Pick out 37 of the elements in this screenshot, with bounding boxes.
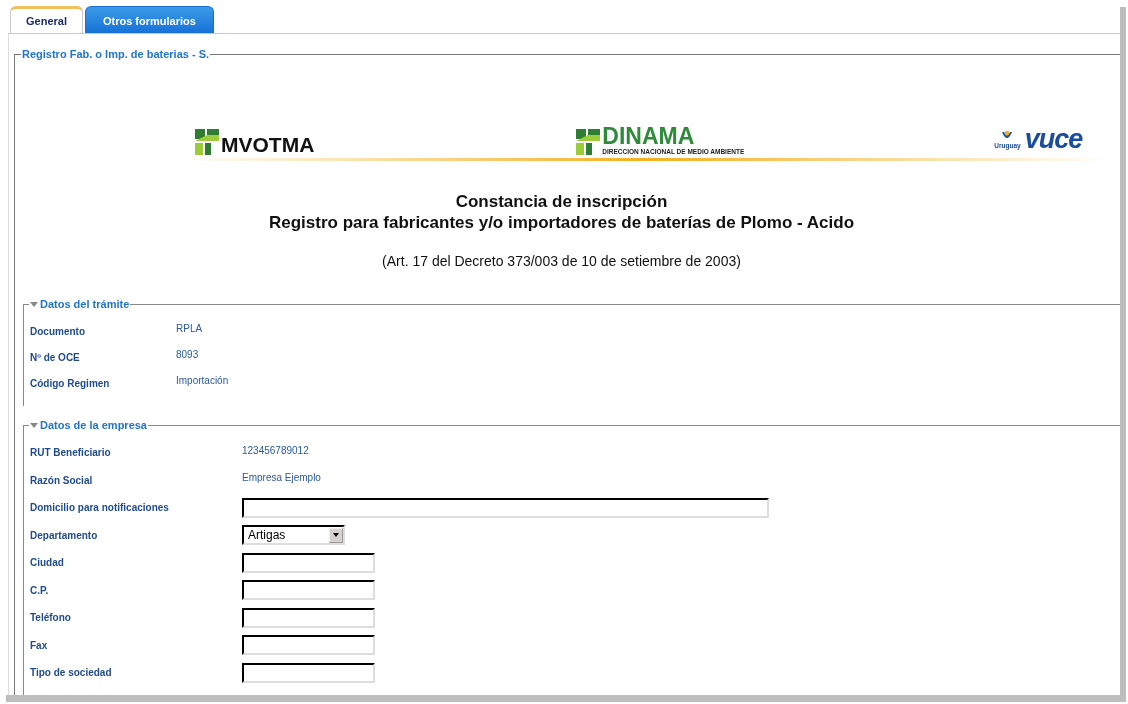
form-title: Registro Fab. o Imp. de baterias - S. — [21, 48, 211, 60]
logo-text: vuce — [1024, 124, 1083, 155]
section-title: Datos de la empresa — [39, 419, 148, 431]
input-field[interactable] — [242, 635, 375, 656]
input-field[interactable] — [242, 662, 375, 683]
tab[interactable]: Otros formularios — [84, 6, 214, 33]
field-label: Nº de OCE — [30, 351, 81, 363]
input-field[interactable] — [242, 580, 375, 601]
logo-text: MVOTMA — [221, 135, 315, 155]
field-value: 8093 — [176, 349, 199, 360]
field-label: Código Regimen — [30, 377, 111, 389]
document-title: Registro para fabricantes y/o importadores de baterías de Plomo - Acido — [267, 212, 856, 233]
field-label: C.P. — [30, 584, 50, 596]
field-label: Departamento — [30, 529, 99, 541]
field-label: Tipo de sociedad — [30, 667, 113, 679]
field-label: Razón Social — [30, 474, 94, 486]
section-title: Datos del trámite — [39, 298, 131, 310]
field-label: Teléfono — [30, 612, 72, 624]
field-value: Empresa Ejemplo — [242, 472, 321, 484]
logo-text: DINAMA — [602, 125, 696, 147]
field-label: Fax — [30, 639, 49, 651]
house-blocks-icon — [576, 129, 601, 155]
tab[interactable]: General — [10, 6, 83, 33]
document-title: Constancia de inscripción — [454, 191, 669, 212]
legal-reference: (Art. 17 del Decreto 373/003 de 10 de setiembre de 2003) — [381, 253, 742, 269]
input-field[interactable] — [242, 607, 375, 628]
input-field[interactable] — [242, 497, 769, 518]
field-label: Ciudad — [30, 557, 65, 569]
house-blocks-icon — [195, 129, 219, 155]
input-field[interactable] — [242, 552, 375, 573]
dropdown[interactable]: Artigas — [242, 525, 345, 546]
field-value: RPLA — [176, 323, 203, 334]
field-label: Documento — [30, 325, 86, 337]
field-label: RUT Beneficiario — [30, 447, 112, 459]
field-value: Importación — [176, 375, 229, 386]
field-value: 123456789012 — [242, 444, 309, 456]
field-label: Domicilio para notificaciones — [30, 502, 170, 514]
